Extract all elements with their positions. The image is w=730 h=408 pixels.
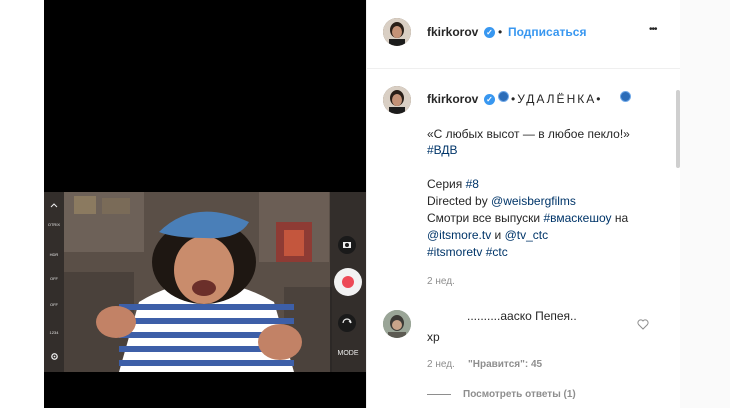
caption-line-tags: #itsmoretv #ctc (427, 245, 508, 259)
camera-right-controls: MODE (330, 192, 366, 372)
ctl-label-4: 1234 (49, 330, 59, 335)
ctl-label-2: OFF (50, 276, 58, 281)
verified-badge-icon: ✓ (484, 27, 495, 38)
replies-line (427, 394, 451, 395)
caption-timestamp[interactable]: 2 нед. (427, 276, 455, 287)
video-frame[interactable]: OTRIX HDR OFF OFF 1234 MODE (44, 192, 366, 372)
comment-likes-count[interactable]: "Нравится": 45 (468, 359, 542, 370)
mention-tvctc-link[interactable]: @tv_ctc (505, 228, 549, 242)
right-gutter (680, 0, 730, 408)
more-options-icon[interactable]: ••• (649, 24, 657, 35)
header-username[interactable]: fkirkorov (427, 25, 478, 39)
comment-like-heart-icon[interactable] (637, 317, 649, 335)
series-prefix: Серия (427, 177, 466, 191)
commenter-avatar[interactable] (383, 310, 411, 338)
switch-camera-icon[interactable] (338, 314, 356, 332)
view-replies-button[interactable]: Посмотреть ответы (1) (463, 389, 576, 400)
caption-line-2: #ВДВ (427, 143, 458, 157)
record-icon (342, 276, 354, 288)
caption-line-1: «С любых высот — в любое пекло!» (427, 127, 630, 141)
panel-scrollbar[interactable] (676, 90, 680, 168)
left-gutter (0, 0, 44, 408)
ctl-label-0: OTRIX (47, 222, 61, 227)
mention-itsmore-link[interactable]: @itsmore.tv (427, 228, 491, 242)
author-avatar[interactable] (383, 18, 411, 46)
caption-verified-badge-icon: ✓ (484, 94, 495, 105)
camera-icon[interactable] (338, 236, 356, 254)
gear-icon[interactable] (44, 352, 64, 362)
post-side-panel: fkirkorov ✓ • Подписаться ••• fkirkorov … (366, 0, 680, 408)
ctl-label-3: OFF (50, 302, 58, 307)
caption-username[interactable]: fkirkorov (427, 92, 478, 106)
watch-suffix: на (611, 211, 629, 225)
comment-text-bottom: хр (427, 330, 440, 344)
hashtag-series-link[interactable]: #8 (466, 177, 479, 191)
hashtag-ctc-link[interactable]: #ctc (486, 245, 508, 259)
directed-prefix: Directed by (427, 194, 492, 208)
globe-emoji-icon-left (498, 91, 509, 102)
chevron-up-icon[interactable] (44, 202, 64, 209)
video-scene-image (44, 192, 366, 372)
comment-timestamp[interactable]: 2 нед. (427, 359, 455, 370)
hashtag-vmaskeshou-link[interactable]: #вмаскешоу (543, 211, 611, 225)
caption-title: •УДАЛЁНКА• (511, 92, 603, 106)
mention-weisbergfilms-link[interactable]: @weisbergfilms (491, 194, 576, 208)
and-word: и (491, 228, 505, 242)
camera-left-controls: OTRIX HDR OFF OFF 1234 (44, 192, 64, 372)
record-button[interactable] (334, 268, 362, 296)
instagram-post-modal: OTRIX HDR OFF OFF 1234 MODE fkirkorov ✓ … (0, 0, 730, 408)
ctl-label-1: HDR (49, 252, 59, 257)
caption-line-directed: Directed by @weisbergfilms (427, 194, 576, 208)
mode-label[interactable]: MODE (330, 350, 366, 357)
caption-line-watch: Смотри все выпуски #вмаскешоу на (427, 211, 628, 225)
caption-line-mentions: @itsmore.tv и @tv_ctc (427, 228, 548, 242)
watch-prefix: Смотри все выпуски (427, 211, 544, 225)
post-media[interactable]: OTRIX HDR OFF OFF 1234 MODE (44, 0, 366, 408)
hashtag-vdv-link[interactable]: #ВДВ (427, 143, 458, 157)
comment-text-top: ..........ааско Пепея.. (467, 309, 577, 323)
follow-button[interactable]: Подписаться (508, 25, 586, 39)
hashtag-itsmoretv-link[interactable]: #itsmoretv (427, 245, 482, 259)
globe-emoji-icon-right (620, 91, 631, 102)
caption-line-series: Серия #8 (427, 177, 479, 191)
header-separator: • (498, 25, 503, 39)
header-divider (367, 68, 680, 69)
caption-avatar[interactable] (383, 86, 411, 114)
